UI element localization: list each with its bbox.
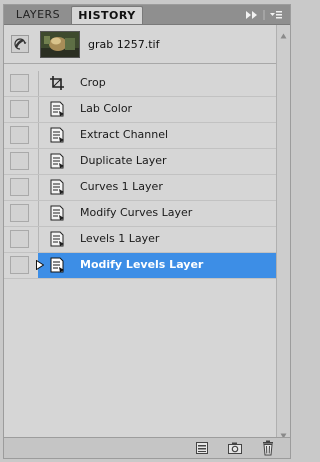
history-state-label: Duplicate Layer (80, 154, 167, 167)
history-scrollbar[interactable] (276, 25, 290, 439)
history-bottom-bar (4, 437, 290, 458)
snapshot-thumbnail (40, 31, 80, 58)
history-state-icon (49, 127, 65, 143)
new-snapshot-icon[interactable] (227, 440, 243, 456)
crop-icon (49, 75, 65, 91)
history-state-icon (49, 101, 65, 117)
history-state-label: Modify Levels Layer (80, 258, 204, 271)
history-state-modify-curves-layer[interactable]: Modify Curves Layer (4, 201, 276, 227)
panel-tab-bar: LAYERS HISTORY (4, 5, 290, 25)
history-source-box[interactable] (10, 204, 29, 222)
new-document-from-state-icon[interactable] (194, 440, 210, 456)
collapse-panel-icon[interactable] (246, 11, 257, 19)
history-state-icon (49, 153, 65, 169)
history-state-extract-channel[interactable]: Extract Channel (4, 123, 276, 149)
snapshot-name: grab 1257.tif (88, 38, 160, 51)
history-state-label: Crop (80, 76, 106, 89)
history-state-lab-color[interactable]: Lab Color (4, 97, 276, 123)
history-source-box[interactable] (10, 100, 29, 118)
snapshot-row[interactable]: grab 1257.tif (4, 25, 276, 64)
history-source-box[interactable] (10, 152, 29, 170)
history-state-icon (49, 205, 65, 221)
delete-state-icon[interactable] (260, 440, 276, 456)
history-state-levels-1-layer[interactable]: Levels 1 Layer (4, 227, 276, 253)
history-source-box[interactable] (10, 74, 29, 92)
history-panel: LAYERS HISTORY grab 1257.tif Crop Lab Co… (3, 4, 291, 459)
history-state-label: Curves 1 Layer (80, 180, 163, 193)
history-state-icon (49, 257, 65, 273)
scroll-up-icon[interactable] (280, 29, 287, 39)
history-source-box[interactable] (10, 256, 29, 274)
history-state-crop[interactable]: Crop (4, 71, 276, 97)
history-state-icon (49, 231, 65, 247)
history-list: Crop Lab Color Extract Channel Duplicate… (4, 71, 276, 279)
tab-history[interactable]: HISTORY (71, 6, 143, 24)
history-state-duplicate-layer[interactable]: Duplicate Layer (4, 149, 276, 175)
history-state-label: Modify Curves Layer (80, 206, 193, 219)
scroll-down-icon[interactable] (280, 429, 287, 439)
history-source-box[interactable] (10, 230, 29, 248)
history-source-box[interactable] (10, 126, 29, 144)
history-brush-icon[interactable] (11, 35, 29, 53)
panel-menu-icon[interactable] (270, 11, 282, 19)
panel-controls (244, 9, 284, 21)
history-state-curves-1-layer[interactable]: Curves 1 Layer (4, 175, 276, 201)
history-state-slider-icon[interactable] (36, 259, 45, 271)
history-state-modify-levels-layer[interactable]: Modify Levels Layer (4, 253, 276, 279)
tab-layers[interactable]: LAYERS (8, 6, 68, 24)
history-state-label: Levels 1 Layer (80, 232, 160, 245)
history-source-box[interactable] (10, 178, 29, 196)
history-state-label: Lab Color (80, 102, 133, 115)
history-state-label: Extract Channel (80, 128, 169, 141)
history-state-icon (49, 179, 65, 195)
